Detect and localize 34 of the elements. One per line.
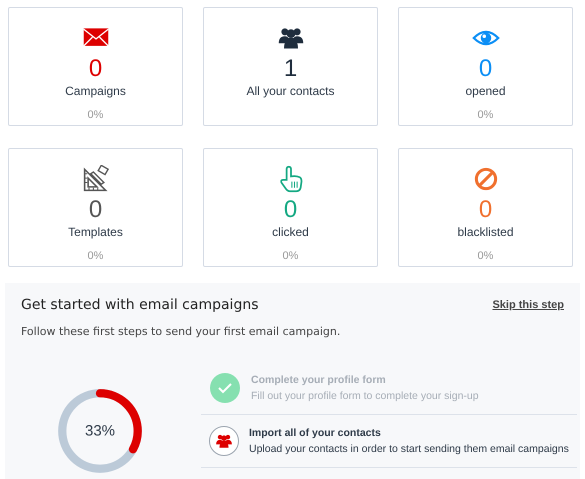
stat-value: 0 <box>478 197 492 223</box>
stat-value: 0 <box>284 197 298 223</box>
stat-label: Campaigns <box>65 84 126 98</box>
step-title: Import all of your contacts <box>249 427 382 439</box>
step-description: Upload your contacts in order to start sending them email campaigns <box>249 443 569 455</box>
stat-label: Templates <box>68 225 123 239</box>
stat-label: All your contacts <box>246 84 335 98</box>
stat-percent: 0% <box>88 109 104 121</box>
stat-percent: 0% <box>88 250 104 262</box>
step-item[interactable]: Import all of your contacts Upload your contacts in order to start sending them email campaigns <box>201 415 577 468</box>
stat-value: 0 <box>88 56 102 82</box>
stat-label: opened <box>465 84 506 98</box>
stat-value: 0 <box>478 56 492 82</box>
stat-card[interactable]: 0 opened 0% <box>398 7 573 126</box>
panel-title: Get started with email campaigns <box>21 297 258 313</box>
check-icon <box>209 372 241 404</box>
stat-card[interactable]: 0 Campaigns 0% <box>8 7 183 126</box>
stat-value: 1 <box>284 56 298 82</box>
step-description: Fill out your profile form to complete your sign-up <box>251 390 479 402</box>
panel-subtitle: Follow these first steps to send your first email campaign. <box>21 325 342 338</box>
stat-card[interactable]: 1 All your contacts <box>203 7 378 126</box>
stat-card[interactable]: 0 blacklisted 0% <box>398 148 573 267</box>
skip-link[interactable]: Skip this step <box>492 299 564 311</box>
group-icon <box>209 426 239 456</box>
stat-percent: 0% <box>478 109 494 121</box>
stat-label: blacklisted <box>457 225 514 239</box>
stat-percent: 0% <box>282 250 298 262</box>
stat-card[interactable]: 0 Templates 0% <box>8 148 183 267</box>
progress-reading: 33% <box>84 422 116 440</box>
stat-value: 0 <box>88 197 102 223</box>
step-title: Complete your profile form <box>251 374 387 386</box>
stat-percent: 0% <box>478 250 494 262</box>
stat-label: clicked <box>272 225 309 239</box>
stat-card[interactable]: 0 clicked 0% <box>203 148 378 267</box>
